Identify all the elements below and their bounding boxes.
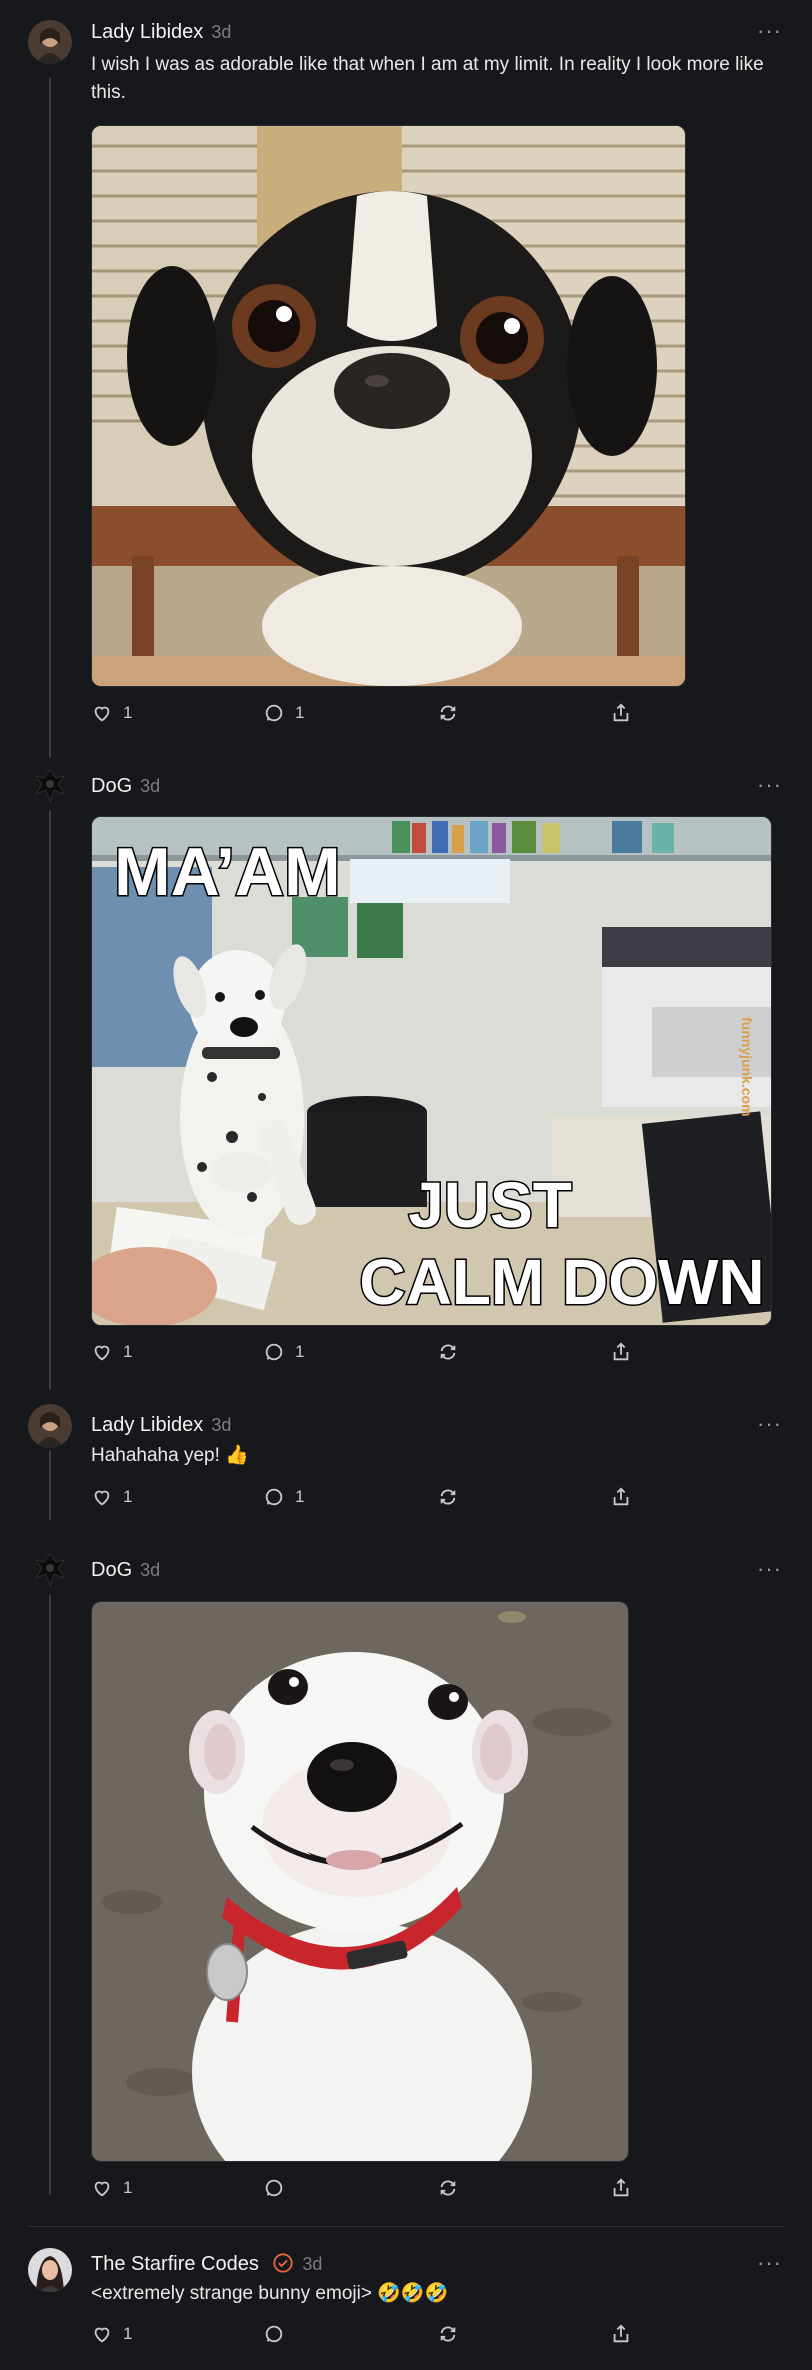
reply-button[interactable]: 1 (263, 1339, 304, 1365)
repost-icon (440, 705, 456, 721)
share-icon (613, 703, 629, 722)
more-options-button[interactable]: ··· (757, 1556, 782, 1582)
comment-icon (265, 2325, 283, 2343)
thread-connector-line (49, 810, 51, 1390)
more-options-button[interactable]: ··· (757, 2250, 782, 2276)
repost-button[interactable] (437, 2321, 459, 2347)
repost-button[interactable] (437, 2175, 459, 2201)
post-time: 3d (140, 1560, 161, 1580)
repost-button[interactable] (437, 700, 459, 726)
author-label[interactable]: The Starfire Codes (91, 2253, 259, 2275)
avatar[interactable] (28, 1404, 72, 1448)
reply-button[interactable]: 1 (263, 700, 304, 726)
meme-bottom-text-2: CALM DOWN (359, 1246, 764, 1318)
heart-icon (94, 1490, 110, 1506)
comment-icon (265, 1343, 283, 1361)
author-name[interactable]: Lady Libidex 3d (91, 21, 231, 44)
avatar[interactable] (28, 2248, 72, 2292)
like-button[interactable]: 1 (91, 2321, 132, 2347)
more-options-button[interactable]: ··· (757, 18, 782, 44)
post-actions: 1 1 (91, 1484, 651, 1510)
share-icon (613, 1342, 629, 1361)
reply-button[interactable]: 1 (263, 1484, 304, 1510)
reply-button[interactable] (263, 2321, 295, 2347)
like-count: 1 (123, 1342, 133, 1361)
verified-badge-icon (273, 2253, 294, 2273)
author-name[interactable]: DoG 3d (91, 775, 160, 798)
comment-icon (265, 1488, 283, 1506)
post-actions: 1 1 (91, 700, 651, 726)
author-name[interactable]: The Starfire Codes 3d (91, 2252, 322, 2276)
avatar[interactable] (28, 20, 72, 64)
heart-icon (94, 2327, 110, 2343)
post-time: 3d (302, 2254, 323, 2274)
repost-icon (440, 2180, 456, 2196)
post-time: 3d (211, 1415, 232, 1435)
more-options-button[interactable]: ··· (757, 1411, 782, 1437)
share-icon (613, 2178, 629, 2197)
more-horizontal-icon: ··· (757, 1556, 782, 1581)
comment-icon (265, 704, 283, 722)
reply-count: 1 (295, 1487, 305, 1506)
like-button[interactable]: 1 (91, 2175, 132, 2201)
share-button[interactable] (610, 1339, 632, 1365)
author-name[interactable]: DoG 3d (91, 1559, 160, 1582)
author-label[interactable]: DoG (91, 1559, 132, 1581)
post-text: Hahahaha yep! 👍 (91, 1445, 249, 1466)
like-count: 1 (123, 1487, 133, 1506)
post-image[interactable] (91, 1601, 629, 2162)
heart-icon (94, 1345, 110, 1361)
meme-top-text: MA’AM (114, 834, 341, 910)
thread-connector-line (49, 78, 51, 758)
post-time: 3d (140, 776, 161, 796)
thread-connector-line (49, 1595, 51, 2195)
author-label[interactable]: Lady Libidex (91, 21, 203, 43)
like-count: 1 (123, 2178, 133, 2197)
repost-icon (440, 1344, 456, 1360)
repost-icon (440, 2326, 456, 2342)
post-actions: 1 1 (91, 1339, 651, 1365)
post-actions: 1 (91, 2175, 651, 2201)
post-divider (28, 2226, 784, 2227)
post-text: I wish I was as adorable like that when … (91, 54, 764, 103)
avatar[interactable] (28, 1548, 72, 1592)
more-horizontal-icon: ··· (757, 1411, 782, 1436)
author-label[interactable]: DoG (91, 775, 132, 797)
meme-bottom-text-1: JUST (408, 1169, 572, 1241)
reply-count: 1 (295, 703, 305, 722)
repost-icon (440, 1489, 456, 1505)
like-count: 1 (123, 703, 133, 722)
repost-button[interactable] (437, 1484, 459, 1510)
author-label[interactable]: Lady Libidex (91, 1414, 203, 1436)
share-button[interactable] (610, 700, 632, 726)
reply-button[interactable] (263, 2175, 295, 2201)
post-image[interactable]: MA’AM JUST CALM DOWN funnyjunk.com (91, 816, 772, 1326)
like-button[interactable]: 1 (91, 700, 132, 726)
heart-icon (94, 2181, 110, 2197)
share-icon (613, 1487, 629, 1506)
share-icon (613, 2324, 629, 2343)
more-horizontal-icon: ··· (757, 772, 782, 797)
post-actions: 1 (91, 2321, 651, 2347)
thread-connector-line (49, 1450, 51, 1520)
watermark: funnyjunk.com (739, 1017, 755, 1117)
like-button[interactable]: 1 (91, 1484, 132, 1510)
post-time: 3d (211, 22, 232, 42)
reply-count: 1 (295, 1342, 305, 1361)
author-name[interactable]: Lady Libidex 3d (91, 1414, 231, 1437)
post-image[interactable] (91, 125, 686, 687)
share-button[interactable] (610, 1484, 632, 1510)
more-options-button[interactable]: ··· (757, 772, 782, 798)
share-button[interactable] (610, 2321, 632, 2347)
heart-icon (94, 706, 110, 722)
more-horizontal-icon: ··· (757, 18, 782, 43)
share-button[interactable] (610, 2175, 632, 2201)
post-text: <extremely strange bunny emoji> 🤣🤣🤣 (91, 2283, 449, 2304)
more-horizontal-icon: ··· (757, 2250, 782, 2275)
repost-button[interactable] (437, 1339, 459, 1365)
comment-icon (265, 2179, 283, 2197)
like-count: 1 (123, 2324, 133, 2343)
like-button[interactable]: 1 (91, 1339, 132, 1365)
avatar[interactable] (28, 764, 72, 808)
